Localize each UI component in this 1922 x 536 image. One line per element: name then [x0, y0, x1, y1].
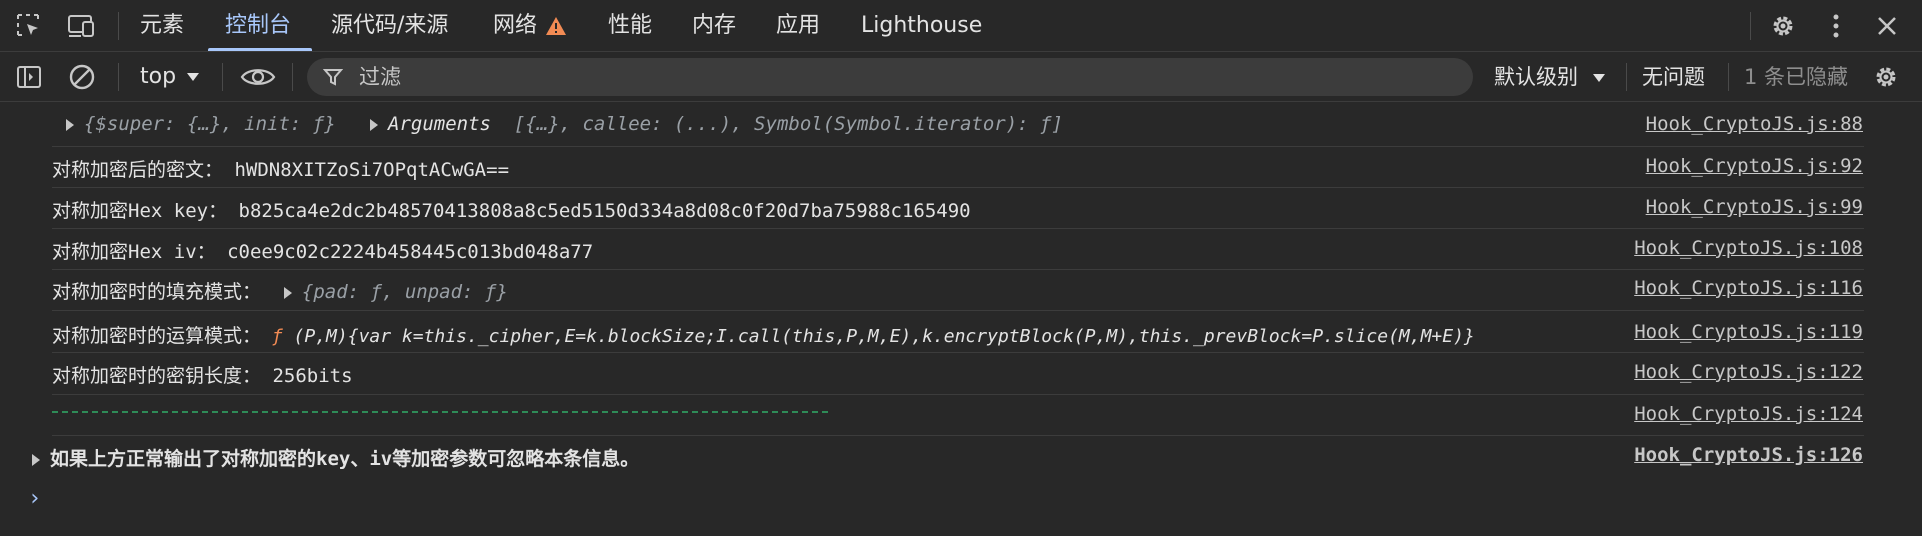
message-label: 对称加密Hex iv：	[52, 241, 216, 263]
console-message: 对称加密时的填充模式： {pad: ƒ, unpad: ƒ} Hook_Cryp…	[0, 274, 1922, 308]
console-message: 对称加密后的密文： hWDN8XITZoSi7OPqtACwGA== Hook_…	[0, 152, 1922, 186]
function-marker: ƒ	[271, 326, 283, 347]
inspect-element-icon[interactable]	[14, 12, 44, 40]
divider	[52, 146, 1864, 147]
filter-funnel-icon	[323, 69, 343, 86]
object-preview[interactable]: {$super: {…}, init: ƒ}	[84, 113, 336, 135]
expand-triangle-icon[interactable]	[32, 453, 40, 466]
console-message: 对称加密Hex key： b825ca4e2dc2b48570413808a8c…	[0, 193, 1922, 227]
clear-console-icon[interactable]	[67, 63, 97, 91]
expand-triangle-icon[interactable]	[283, 286, 292, 299]
message-label: 对称加密时的填充模式：	[52, 281, 262, 303]
divider	[52, 269, 1864, 270]
tab-elements[interactable]: 元素	[140, 0, 184, 52]
source-link[interactable]: Hook_CryptoJS.js:122	[1634, 361, 1863, 383]
message-value: b825ca4e2dc2b48570413808a8c5ed5150d334a8…	[238, 200, 971, 222]
divider	[118, 12, 119, 40]
divider	[118, 63, 119, 91]
chevron-down-icon[interactable]	[1592, 73, 1606, 83]
tab-performance[interactable]: 性能	[608, 0, 652, 52]
source-link[interactable]: Hook_CryptoJS.js:88	[1646, 113, 1863, 135]
devtools-window: 元素 控制台 源代码/来源 网络 性能 内存 应用 Lighthouse top…	[0, 0, 1922, 536]
context-selector[interactable]: top	[140, 52, 176, 102]
source-link[interactable]: Hook_CryptoJS.js:126	[1634, 444, 1863, 466]
hidden-messages-count: 1 条已隐藏	[1744, 65, 1849, 89]
console-settings-gear-icon[interactable]	[1871, 63, 1901, 91]
console-message: 对称加密Hex iv： c0ee9c02c2224b458445c013bd04…	[0, 234, 1922, 268]
divider	[52, 435, 1864, 436]
arguments-label[interactable]: Arguments	[388, 113, 491, 135]
console-message: 对称加密时的密钥长度： 256bits Hook_CryptoJS.js:122	[0, 358, 1922, 392]
divider	[52, 228, 1864, 229]
message-value: hWDN8XITZoSi7OPqtACwGA==	[234, 159, 510, 181]
source-link[interactable]: Hook_CryptoJS.js:108	[1634, 237, 1863, 259]
group-label[interactable]: 如果上方正常输出了对称加密的key、iv等加密参数可忽略本条信息。	[50, 448, 639, 470]
console-message: Hook_CryptoJS.js:124	[0, 400, 1922, 434]
source-link[interactable]: Hook_CryptoJS.js:92	[1646, 155, 1863, 177]
message-value[interactable]: {pad: ƒ, unpad: ƒ}	[302, 281, 508, 303]
settings-gear-icon[interactable]	[1768, 12, 1798, 40]
console-prompt-chevron-icon[interactable]: ›	[28, 486, 41, 511]
divider	[1750, 12, 1751, 40]
message-label: 对称加密时的密钥长度：	[52, 365, 262, 387]
dashed-separator	[52, 411, 828, 413]
console-toolbar: top 过滤 默认级别 无问题 1 条已隐藏	[0, 52, 1922, 102]
source-link[interactable]: Hook_CryptoJS.js:119	[1634, 321, 1863, 343]
console-message-group[interactable]: 如果上方正常输出了对称加密的key、iv等加密参数可忽略本条信息。 Hook_C…	[0, 441, 1922, 477]
divider	[52, 187, 1864, 188]
tab-lighthouse[interactable]: Lighthouse	[861, 0, 982, 52]
log-levels-dropdown[interactable]: 默认级别	[1494, 52, 1578, 102]
arguments-preview: [{…}, callee: (...), Symbol(Symbol.itera…	[513, 113, 1063, 135]
message-label: 对称加密Hex key：	[52, 200, 228, 222]
console-message: {$super: {…}, init: ƒ} Arguments [{…}, c…	[0, 110, 1922, 144]
divider	[222, 63, 223, 91]
divider	[52, 394, 1864, 395]
message-value: 256bits	[272, 365, 353, 387]
tab-console[interactable]: 控制台	[225, 0, 291, 52]
message-label: 对称加密时的运算模式：	[52, 325, 262, 347]
device-toolbar-icon[interactable]	[66, 12, 96, 40]
live-expression-eye-icon[interactable]	[240, 63, 276, 91]
source-link[interactable]: Hook_CryptoJS.js:124	[1634, 403, 1863, 425]
source-link[interactable]: Hook_CryptoJS.js:99	[1646, 196, 1863, 218]
divider	[1626, 63, 1627, 91]
divider	[52, 310, 1864, 311]
sidebar-toggle-icon[interactable]	[14, 63, 44, 91]
warning-icon	[546, 17, 566, 35]
divider	[1728, 63, 1729, 91]
tab-network[interactable]: 网络	[493, 0, 537, 52]
active-tab-indicator	[208, 48, 312, 51]
expand-triangle-icon[interactable]	[66, 118, 74, 131]
message-value: c0ee9c02c2224b458445c013bd048a77	[227, 241, 594, 263]
filter-placeholder: 过滤	[359, 65, 401, 89]
message-label: 对称加密后的密文：	[52, 159, 224, 181]
tab-application[interactable]: 应用	[776, 0, 820, 52]
console-message: 对称加密时的运算模式： ƒ (P,M){var k=this._cipher,E…	[0, 318, 1922, 352]
panel-tab-bar: 元素 控制台 源代码/来源 网络 性能 内存 应用 Lighthouse	[0, 0, 1922, 52]
issues-counter[interactable]: 无问题	[1642, 52, 1705, 102]
filter-input[interactable]: 过滤	[307, 58, 1473, 96]
chevron-down-icon[interactable]	[186, 72, 200, 82]
tab-sources[interactable]: 源代码/来源	[331, 0, 448, 52]
expand-triangle-icon[interactable]	[370, 118, 378, 131]
close-icon[interactable]	[1872, 12, 1902, 40]
message-value[interactable]: (P,M){var k=this._cipher,E=k.blockSize;I…	[294, 326, 1475, 347]
tab-memory[interactable]: 内存	[692, 0, 736, 52]
divider	[292, 63, 293, 91]
divider	[52, 352, 1864, 353]
source-link[interactable]: Hook_CryptoJS.js:116	[1634, 277, 1863, 299]
more-options-icon[interactable]	[1821, 12, 1851, 40]
